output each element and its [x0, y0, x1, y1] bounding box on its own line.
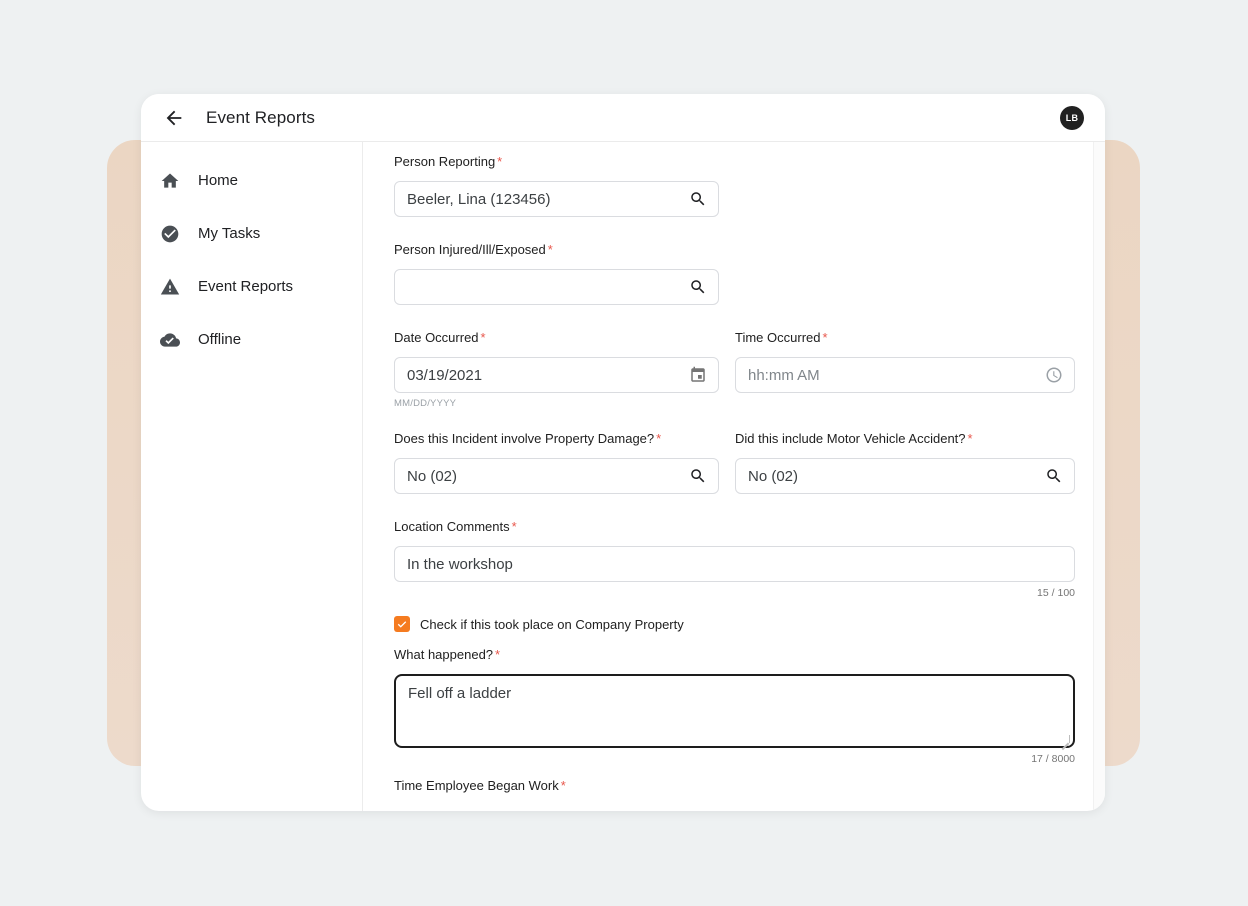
search-icon[interactable] — [689, 190, 707, 208]
required-asterisk: * — [822, 330, 827, 345]
date-time-row: Date Occurred* 03/19/2021 MM/DD/YYYY Tim… — [394, 330, 1105, 409]
required-asterisk: * — [656, 431, 661, 446]
sidebar-item-offline[interactable]: Offline — [141, 313, 362, 366]
field-label: Time Occurred* — [735, 330, 1075, 346]
required-asterisk: * — [561, 778, 566, 793]
field-label: Did this include Motor Vehicle Accident?… — [735, 431, 1075, 447]
field-label: Person Injured/Ill/Exposed* — [394, 242, 1105, 258]
field-property-damage: Does this Incident involve Property Dama… — [394, 431, 719, 494]
required-asterisk: * — [495, 647, 500, 662]
field-label: Time Employee Began Work* — [394, 778, 1105, 794]
field-location-comments: Location Comments* In the workshop 15 / … — [394, 519, 1105, 599]
sidebar-item-label: My Tasks — [198, 225, 260, 242]
required-asterisk: * — [512, 519, 517, 534]
form-scroll-area: Person Reporting* Beeler, Lina (123456) … — [363, 142, 1105, 811]
search-icon[interactable] — [1045, 467, 1063, 485]
field-label: Person Reporting* — [394, 154, 1105, 170]
field-label: Date Occurred* — [394, 330, 719, 346]
damage-vehicle-row: Does this Incident involve Property Dama… — [394, 431, 1105, 494]
date-occurred-input[interactable]: 03/19/2021 — [394, 357, 719, 393]
required-asterisk: * — [481, 330, 486, 345]
time-placeholder: hh:mm AM — [748, 367, 1045, 384]
person-reporting-input[interactable]: Beeler, Lina (123456) — [394, 181, 719, 217]
app-header: Event Reports LB — [141, 94, 1105, 142]
required-asterisk: * — [497, 154, 502, 169]
resize-handle[interactable] — [1062, 735, 1070, 743]
sidebar-item-label: Home — [198, 172, 238, 189]
event-reports-window: Event Reports LB Home My Tasks E — [141, 94, 1105, 811]
field-date-occurred: Date Occurred* 03/19/2021 MM/DD/YYYY — [394, 330, 719, 409]
what-happened-textarea[interactable]: Fell off a ladder — [394, 674, 1075, 748]
location-comments-input[interactable]: In the workshop — [394, 546, 1075, 582]
sidebar-item-label: Event Reports — [198, 278, 293, 295]
company-property-checkbox[interactable] — [394, 616, 410, 632]
sidebar-item-home[interactable]: Home — [141, 154, 362, 207]
home-icon — [160, 171, 180, 191]
field-time-began-work: Time Employee Began Work* — [394, 778, 1105, 794]
clock-icon[interactable] — [1045, 366, 1063, 384]
cloud-done-icon — [160, 330, 180, 350]
user-avatar[interactable]: LB — [1060, 106, 1084, 130]
calendar-icon[interactable] — [689, 366, 707, 384]
time-occurred-input[interactable]: hh:mm AM — [735, 357, 1075, 393]
sidebar: Home My Tasks Event Reports Offline — [141, 142, 363, 811]
field-label: Location Comments* — [394, 519, 1105, 535]
page-title: Event Reports — [206, 108, 315, 128]
person-injured-input[interactable] — [394, 269, 719, 305]
field-motor-vehicle: Did this include Motor Vehicle Accident?… — [735, 431, 1075, 494]
search-icon[interactable] — [689, 467, 707, 485]
char-counter: 17 / 8000 — [394, 753, 1075, 765]
required-asterisk: * — [968, 431, 973, 446]
required-asterisk: * — [548, 242, 553, 257]
field-person-injured: Person Injured/Ill/Exposed* — [394, 242, 1105, 305]
field-time-occurred: Time Occurred* hh:mm AM — [735, 330, 1075, 409]
field-what-happened: What happened?* Fell off a ladder 17 / 8… — [394, 647, 1105, 765]
warning-icon — [160, 277, 180, 297]
field-label: Does this Incident involve Property Dama… — [394, 431, 719, 447]
property-damage-input[interactable]: No (02) — [394, 458, 719, 494]
motor-vehicle-input[interactable]: No (02) — [735, 458, 1075, 494]
field-label: What happened?* — [394, 647, 1105, 663]
sidebar-item-label: Offline — [198, 331, 241, 348]
char-counter: 15 / 100 — [394, 587, 1075, 599]
sidebar-item-my-tasks[interactable]: My Tasks — [141, 207, 362, 260]
field-person-reporting: Person Reporting* Beeler, Lina (123456) — [394, 154, 1105, 217]
check-circle-icon — [160, 224, 180, 244]
checkbox-label: Check if this took place on Company Prop… — [420, 617, 684, 632]
scrollbar-track[interactable] — [1093, 142, 1105, 811]
sidebar-item-event-reports[interactable]: Event Reports — [141, 260, 362, 313]
date-format-hint: MM/DD/YYYY — [394, 398, 719, 409]
search-icon[interactable] — [689, 278, 707, 296]
back-arrow-icon[interactable] — [162, 106, 186, 130]
company-property-row: Check if this took place on Company Prop… — [394, 616, 1105, 632]
